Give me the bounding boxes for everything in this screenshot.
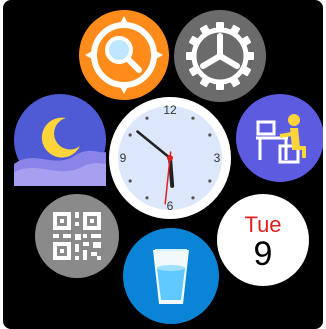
- clock-tick: [208, 133, 212, 137]
- settings-app-button[interactable]: [174, 10, 266, 102]
- sitting-person-desk-icon: [256, 114, 306, 164]
- search-app-button[interactable]: [79, 10, 169, 100]
- gear-icon: [186, 22, 254, 90]
- clock-tick: [128, 133, 132, 137]
- hour-hand: [168, 156, 175, 188]
- numeral-12: 12: [163, 103, 177, 117]
- clock-center-pin: [167, 155, 173, 161]
- numeral-3: 3: [214, 151, 221, 165]
- numeral-9: 9: [120, 151, 127, 165]
- clock-tick: [145, 116, 149, 120]
- numeral-6: 6: [167, 199, 174, 213]
- compass-search-icon: [85, 16, 163, 94]
- clock-tick: [191, 196, 195, 200]
- clock-tick: [145, 196, 149, 200]
- clock-tick: [128, 179, 132, 183]
- moon-icon: [14, 117, 106, 186]
- water-glass-icon: [153, 249, 189, 304]
- posture-app-button[interactable]: [236, 94, 323, 182]
- water-app-button[interactable]: [123, 228, 219, 324]
- clock-tick: [191, 116, 195, 120]
- qr-code-icon: [53, 212, 101, 260]
- day-number: 9: [253, 235, 273, 273]
- watch-screen: Tue 9 12 3 6 9: [3, 0, 323, 329]
- clock-tick: [208, 179, 212, 183]
- analog-clock[interactable]: 12 3 6 9: [108, 96, 232, 220]
- qr-scanner-app-button[interactable]: [35, 194, 119, 278]
- sleep-app-button[interactable]: [14, 94, 106, 186]
- weekday-label: Tue: [244, 212, 282, 237]
